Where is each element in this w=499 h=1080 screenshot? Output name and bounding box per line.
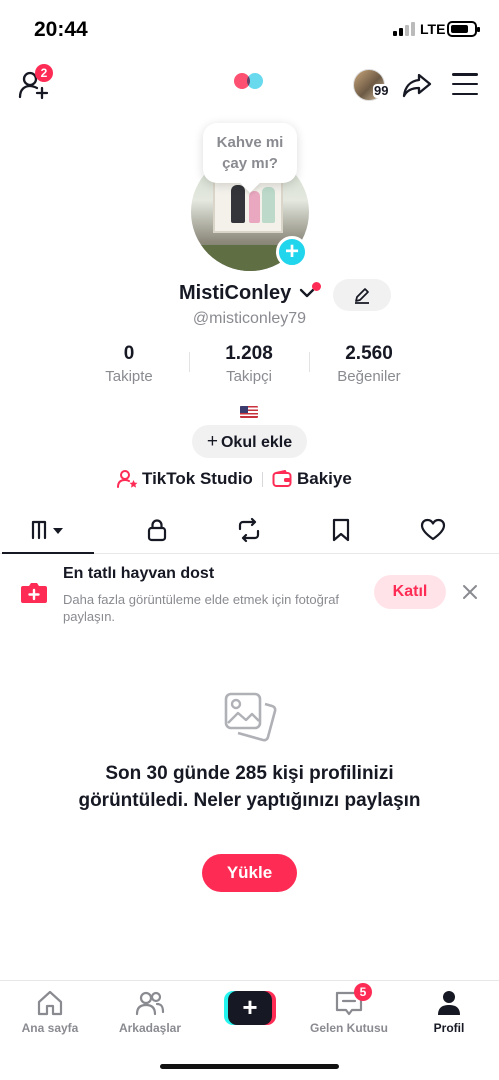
stat-value: 0	[123, 343, 135, 364]
profile-links: TikTok Studio Bakiye	[0, 467, 499, 491]
status-time: 20:44	[34, 18, 88, 41]
nav-home[interactable]: Ana sayfa	[0, 989, 100, 1039]
bookmark-icon	[332, 518, 350, 542]
add-story-plus-icon[interactable]: +	[276, 236, 308, 268]
profile-stats: 0 Takipte 1.208 Takipçi 2.560 Beğeniler	[0, 342, 499, 390]
nav-profile-label: Profil	[433, 1021, 465, 1035]
nav-friends[interactable]: Arkadaşlar	[100, 989, 200, 1039]
photos-placeholder-icon	[224, 692, 277, 742]
stat-following[interactable]: 0 Takipte	[69, 342, 189, 387]
tab-favorites[interactable]	[295, 508, 387, 553]
nav-profile[interactable]: Profil	[399, 989, 499, 1039]
top-nav: 2 99	[0, 60, 499, 110]
content-tabs	[0, 508, 499, 554]
nav-friends-label: Arkadaşlar	[118, 1021, 182, 1035]
repost-icon	[238, 517, 260, 543]
story-count: 99	[373, 83, 390, 98]
inbox-badge: 5	[354, 983, 372, 1001]
nav-home-label: Ana sayfa	[21, 1021, 79, 1035]
profile-icon	[438, 991, 460, 1015]
add-school-label: Okul ekle	[220, 434, 293, 451]
signal-icon	[393, 22, 415, 36]
us-flag-icon	[240, 406, 258, 418]
stat-label: Beğeniler	[337, 368, 401, 385]
nav-inbox-label: Gelen Kutusu	[309, 1021, 388, 1035]
create-button[interactable]: +	[224, 991, 276, 1025]
add-school-button[interactable]: + Okul ekle	[192, 425, 307, 458]
note-line-1: Kahve mi	[216, 134, 284, 151]
tab-liked[interactable]	[387, 508, 479, 553]
tiktok-logo-dots	[234, 73, 266, 89]
stat-value: 1.208	[225, 343, 273, 364]
note-line-2: çay mı?	[222, 155, 278, 172]
friends-icon	[135, 991, 165, 1016]
plus-icon: +	[206, 431, 218, 452]
display-name[interactable]: MistiConley	[179, 282, 291, 305]
username: @misticonley79	[192, 310, 307, 327]
balance-label: Bakiye	[297, 469, 352, 488]
tab-videos[interactable]	[2, 508, 94, 554]
add-friend-button[interactable]: 2	[18, 64, 53, 100]
tab-private[interactable]	[111, 508, 203, 553]
heart-icon	[420, 518, 446, 541]
balance-link[interactable]: Bakiye	[272, 467, 352, 491]
links-divider	[262, 472, 263, 487]
studio-person-star-icon	[117, 470, 138, 488]
friend-requests-badge: 2	[35, 64, 53, 82]
studio-label: TikTok Studio	[142, 469, 253, 488]
status-bar: 20:44 LTE	[0, 0, 499, 60]
videos-grid-icon	[31, 520, 63, 540]
stat-followers[interactable]: 1.208 Takipçi	[189, 342, 309, 387]
home-indicator	[160, 1064, 339, 1069]
home-icon	[37, 990, 63, 1016]
battery-icon	[447, 21, 480, 37]
network-label: LTE	[420, 21, 446, 37]
note-bubble[interactable]: Kahve mi çay mı?	[203, 123, 297, 183]
stat-label: Takipte	[105, 368, 153, 385]
promo-banner: En tatlı hayvan dost Daha fazla görüntül…	[0, 558, 499, 628]
name-row: MistiConley	[0, 279, 499, 311]
join-button[interactable]: Katıl	[374, 575, 446, 609]
upload-button[interactable]: Yükle	[202, 854, 297, 892]
promo-description: Daha fazla görüntüleme elde etmek için f…	[63, 592, 340, 624]
promo-title: En tatlı hayvan dost	[63, 565, 215, 582]
stat-likes[interactable]: 2.560 Beğeniler	[309, 342, 429, 387]
create-plus-icon: +	[228, 991, 272, 1025]
notification-dot	[312, 282, 321, 291]
share-profile-button[interactable]	[402, 72, 432, 98]
wallet-icon	[272, 470, 292, 487]
empty-state-message: Son 30 günde 285 kişi profilinizi görünt…	[78, 763, 421, 811]
stat-value: 2.560	[345, 343, 393, 364]
stat-label: Takipçi	[226, 368, 272, 385]
lock-icon	[147, 519, 167, 542]
edit-profile-button[interactable]	[333, 279, 391, 311]
photo-add-icon	[21, 583, 47, 603]
tiktok-studio-link[interactable]: TikTok Studio	[117, 467, 253, 491]
nav-inbox[interactable]: 5 Gelen Kutusu	[299, 983, 399, 1039]
close-icon[interactable]	[460, 582, 480, 602]
tab-reposts[interactable]	[203, 508, 295, 553]
menu-button[interactable]	[452, 73, 478, 95]
pencil-icon	[355, 288, 369, 304]
share-icon	[402, 73, 432, 98]
